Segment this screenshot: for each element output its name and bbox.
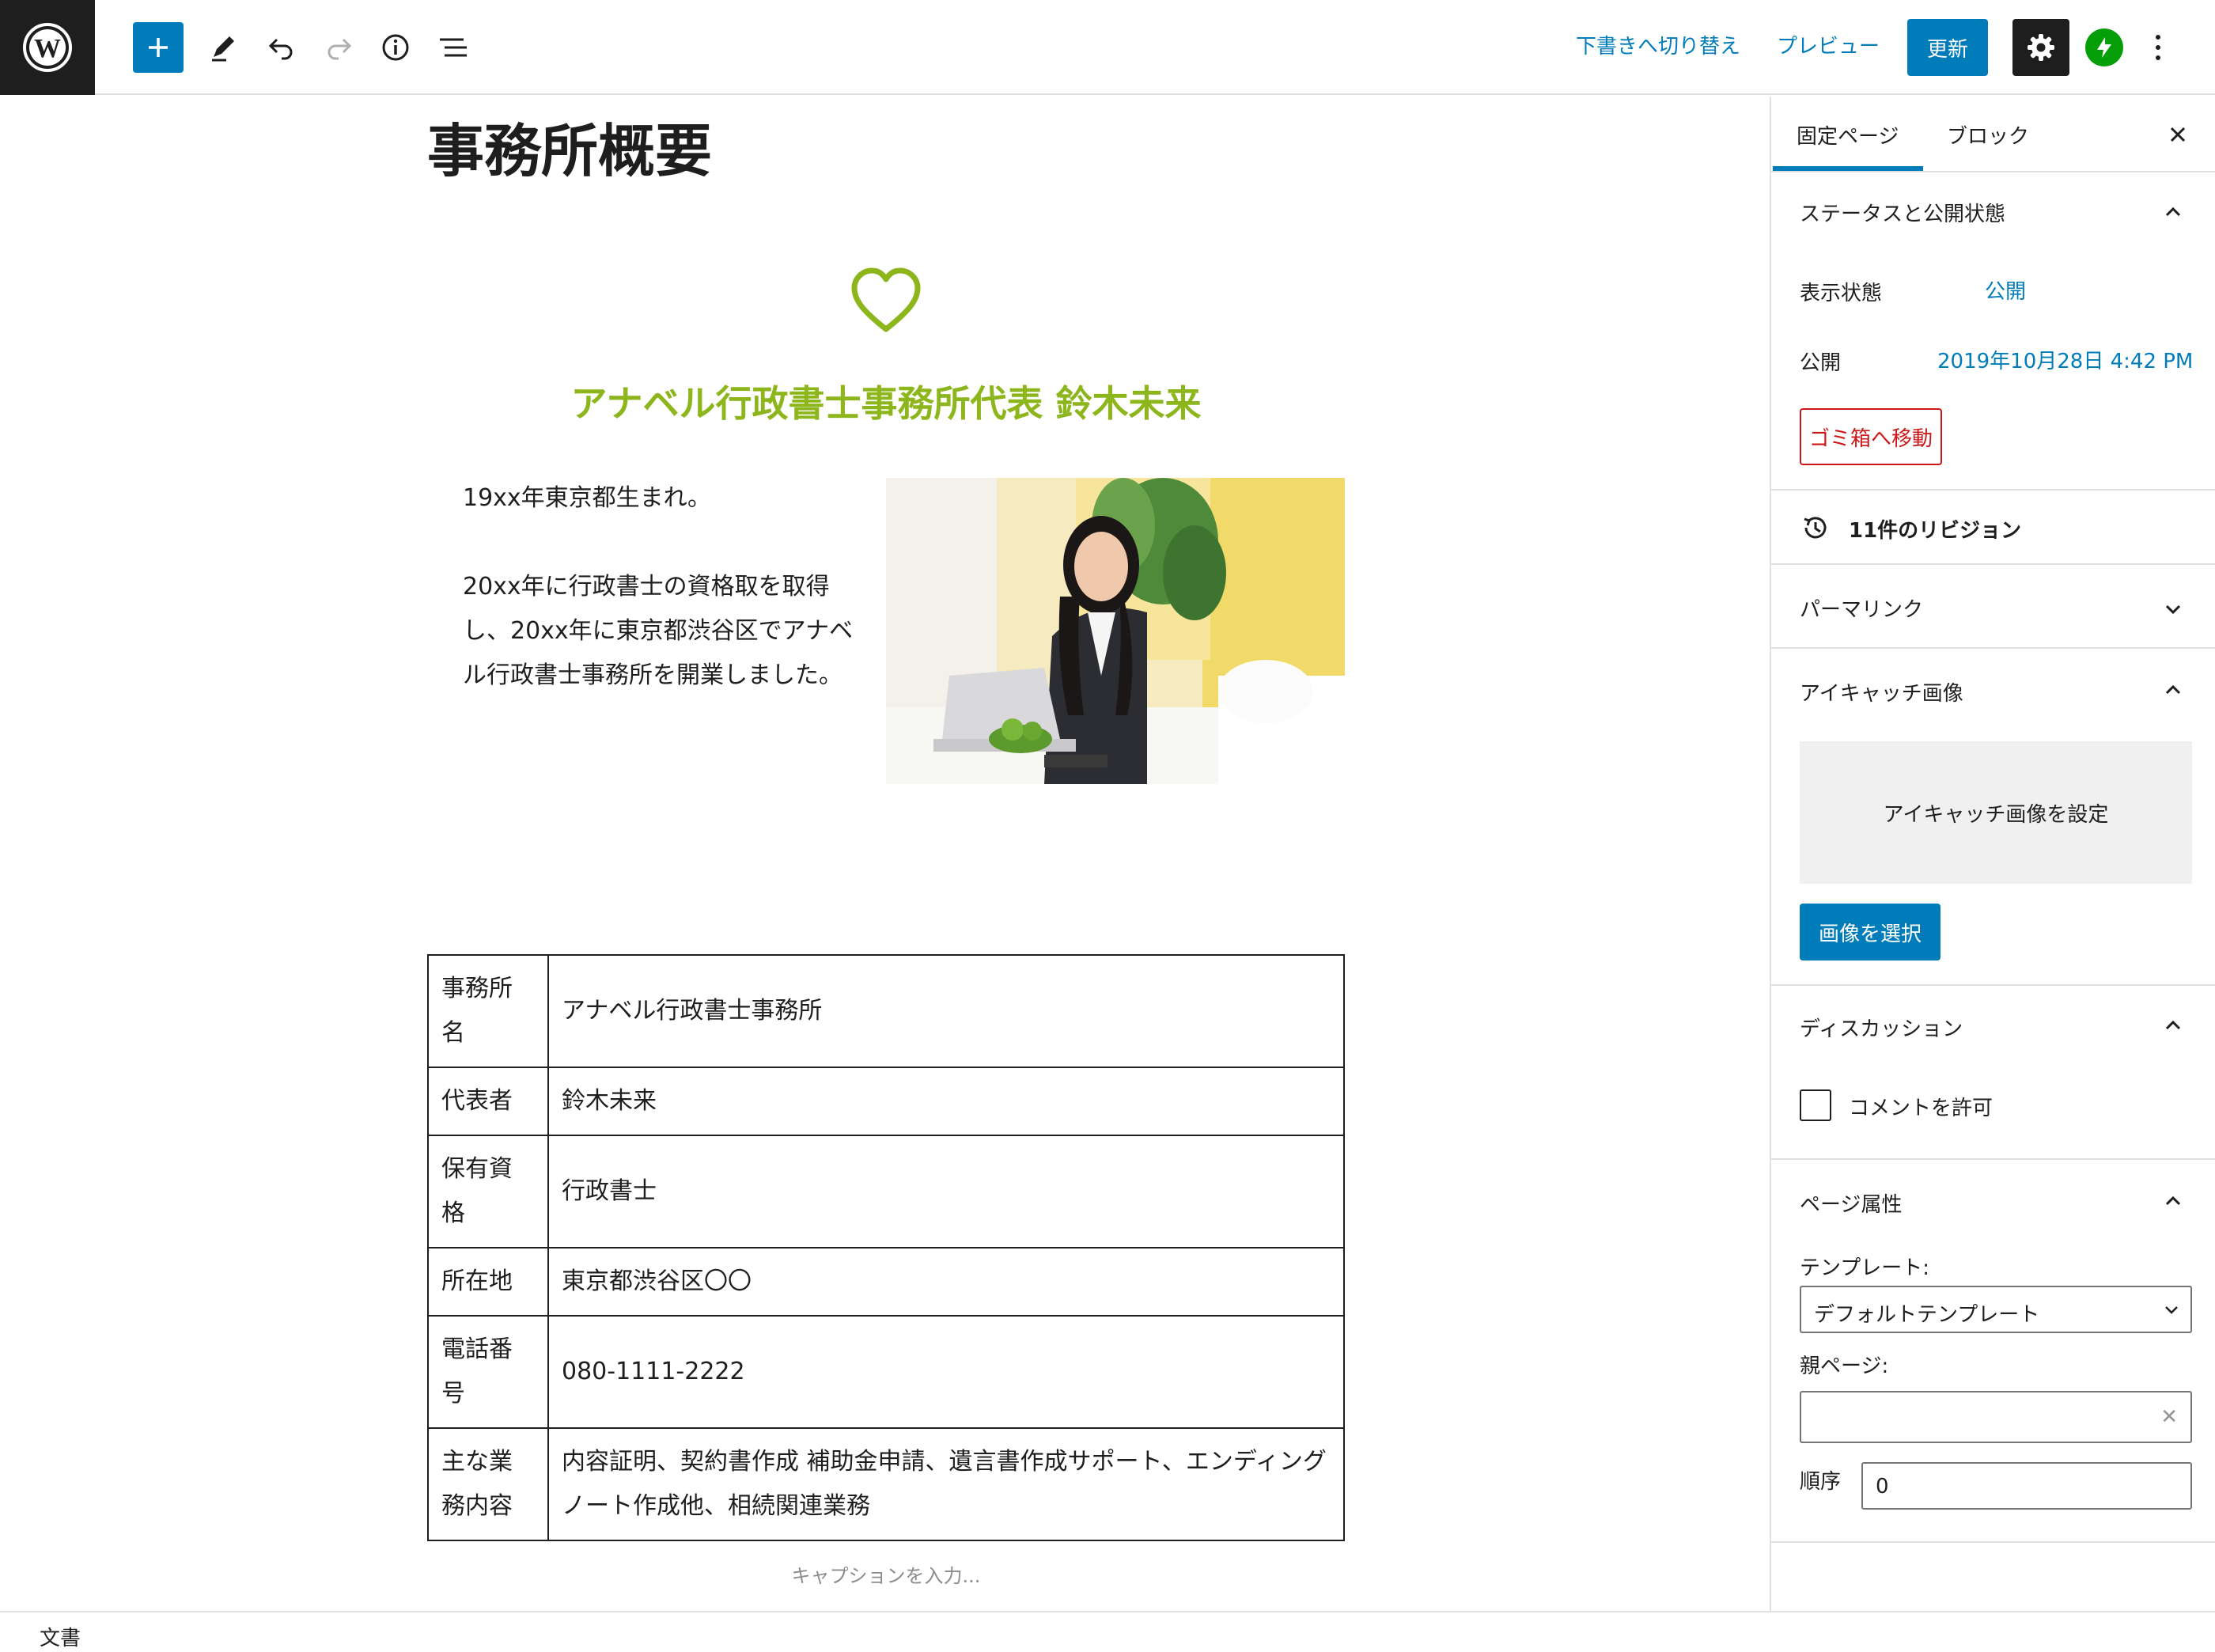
table-key-cell[interactable]: 保有資格 <box>427 1135 549 1248</box>
chevron-up-icon[interactable] <box>2160 677 2186 703</box>
permalink-title[interactable]: パーマリンク <box>1800 593 1923 623</box>
publish-date-link[interactable]: 2019年10月28日 4:42 PM <box>1937 345 2193 374</box>
list-view-button[interactable] <box>427 22 478 73</box>
wordpress-logo-button[interactable]: W <box>0 0 95 95</box>
chevron-up-icon[interactable] <box>2160 1013 2186 1038</box>
list-view-icon <box>440 38 467 57</box>
table-row: 保有資格 行政書士 <box>427 1135 1345 1248</box>
post-title[interactable]: 事務所概要 <box>427 104 712 188</box>
tab-page[interactable]: 固定ページ <box>1797 120 1899 150</box>
block-breadcrumb-bar: 文書 <box>0 1611 2215 1652</box>
undo-icon <box>268 38 293 60</box>
editor-header: W 下書きへ切り替え プレビュー 更新 <box>0 0 2215 95</box>
permalink-panel: パーマリンク <box>1771 565 2215 649</box>
tab-block[interactable]: ブロック <box>1947 120 2029 150</box>
table-value-cell[interactable]: 鈴木未来 <box>547 1067 1345 1136</box>
allow-comments-checkbox[interactable] <box>1800 1089 1831 1121</box>
info-icon <box>382 34 409 61</box>
parent-page-combobox[interactable]: ✕ <box>1800 1391 2192 1443</box>
page-attributes-title[interactable]: ページ属性 <box>1800 1188 1902 1218</box>
pencil-icon <box>212 36 234 62</box>
switch-to-draft-button[interactable]: 下書きへ切り替え <box>1576 30 1740 59</box>
order-input[interactable]: 0 <box>1861 1462 2192 1510</box>
clear-icon[interactable]: ✕ <box>2160 1405 2178 1429</box>
status-panel: ステータスと公開状態 表示状態 公開 公開 2019年10月28日 4:42 P… <box>1771 172 2215 491</box>
add-block-button[interactable] <box>133 22 184 73</box>
chevron-up-icon[interactable] <box>2160 199 2186 225</box>
active-tab-indicator <box>1773 166 1923 171</box>
visibility-label: 表示状態 <box>1800 282 1883 305</box>
wordpress-icon: W <box>23 23 72 72</box>
template-select[interactable]: デフォルトテンプレート <box>1800 1286 2192 1333</box>
table-value-cell[interactable]: 東京都渋谷区〇〇 <box>547 1247 1345 1317</box>
breadcrumb-document[interactable]: 文書 <box>40 1622 81 1651</box>
table-row: 事務所名 アナベル行政書士事務所 <box>427 954 1345 1068</box>
close-icon <box>2170 127 2186 142</box>
redo-icon <box>328 38 352 60</box>
chevron-up-icon[interactable] <box>2160 1188 2186 1214</box>
heading-block[interactable]: アナベル行政書士事務所代表 鈴木未来 <box>427 375 1345 427</box>
table-caption-input[interactable]: キャプションを入力... <box>427 1560 1345 1588</box>
allow-comments-label: コメントを許可 <box>1849 1097 1994 1120</box>
table-value-cell[interactable]: 行政書士 <box>547 1135 1345 1248</box>
heart-icon <box>851 267 921 332</box>
table-row: 代表者 鈴木未来 <box>427 1067 1345 1136</box>
office-woman-photo <box>886 478 1345 784</box>
chevron-down-icon <box>2165 1306 2178 1314</box>
table-key-cell[interactable]: 主な業務内容 <box>427 1427 549 1541</box>
table-key-cell[interactable]: 所在地 <box>427 1247 549 1317</box>
bio-paragraph[interactable]: 20xx年に行政書士の資格取を取得し、20xx年に東京都渋谷区でアナベル行政書士… <box>463 565 866 698</box>
set-featured-image-button[interactable]: アイキャッチ画像を設定 <box>1800 741 2192 884</box>
parent-page-label: 親ページ: <box>1800 1355 1889 1378</box>
template-label: テンプレート: <box>1800 1256 1929 1280</box>
select-image-button[interactable]: 画像を選択 <box>1800 904 1940 961</box>
publish-label: 公開 <box>1800 351 1842 375</box>
svg-text:W: W <box>34 34 61 63</box>
details-button[interactable] <box>370 22 421 73</box>
table-row: 電話番号 080-1111-2222 <box>427 1315 1345 1429</box>
discussion-title[interactable]: ディスカッション <box>1800 1013 1963 1042</box>
settings-button[interactable] <box>2012 19 2069 76</box>
table-row: 所在地 東京都渋谷区〇〇 <box>427 1247 1345 1317</box>
revisions-panel[interactable]: 11件のリビジョン <box>1771 491 2215 565</box>
sidebar-tabs: 固定ページ ブロック <box>1771 97 2215 172</box>
redo-button[interactable] <box>313 22 364 73</box>
update-button[interactable]: 更新 <box>1907 19 1988 76</box>
discussion-panel: ディスカッション <box>1771 986 2215 1160</box>
table-value-cell[interactable]: 内容証明、契約書作成 補助金申請、遺言書作成サポート、エンディングノート作成他、… <box>547 1427 1345 1541</box>
more-options-icon[interactable] <box>2149 28 2168 66</box>
visibility-value-link[interactable]: 公開 <box>1985 275 2026 305</box>
jetpack-icon <box>2097 37 2111 58</box>
template-select-value: デフォルトテンプレート <box>1814 1303 2040 1327</box>
history-icon <box>1804 517 1827 539</box>
close-sidebar-button[interactable] <box>2159 116 2197 153</box>
tools-button[interactable] <box>198 22 248 73</box>
move-to-trash-button[interactable]: ゴミ箱へ移動 <box>1800 408 1942 465</box>
undo-button[interactable] <box>256 22 307 73</box>
editor-canvas: 事務所概要 アナベル行政書士事務所代表 鈴木未来 19xx年東京都生まれ。 20… <box>0 97 1770 1611</box>
featured-image-title[interactable]: アイキャッチ画像 <box>1800 677 1963 707</box>
gear-icon <box>2028 34 2054 61</box>
jetpack-button[interactable] <box>2085 28 2123 66</box>
status-panel-title[interactable]: ステータスと公開状態 <box>1800 198 2005 227</box>
table-value-cell[interactable]: 080-1111-2222 <box>547 1315 1345 1429</box>
office-info-table[interactable]: 事務所名 アナベル行政書士事務所 代表者 鈴木未来 保有資格 行政書士 所在地 東京都渋… <box>427 954 1345 1541</box>
table-key-cell[interactable]: 代表者 <box>427 1067 549 1136</box>
revisions-label[interactable]: 11件のリビジョン <box>1849 514 2021 544</box>
preview-button[interactable]: プレビュー <box>1777 30 1880 59</box>
bio-text-block[interactable]: 19xx年東京都生まれ。 20xx年に行政書士の資格取を取得し、20xx年に東京… <box>463 476 866 742</box>
table-value-cell[interactable]: アナベル行政書士事務所 <box>547 954 1345 1068</box>
order-label: 順序 <box>1800 1470 1842 1494</box>
settings-sidebar: 固定ページ ブロック ステータスと公開状態 表示状態 公開 公開 2019年10… <box>1770 97 2215 1611</box>
table-key-cell[interactable]: 事務所名 <box>427 954 549 1068</box>
plus-icon <box>149 38 168 57</box>
table-row: 主な業務内容 内容証明、契約書作成 補助金申請、遺言書作成サポート、エンディングノ… <box>427 1427 1345 1541</box>
bio-paragraph[interactable]: 19xx年東京都生まれ。 <box>463 476 866 521</box>
profile-image[interactable] <box>886 478 1345 784</box>
table-key-cell[interactable]: 電話番号 <box>427 1315 549 1429</box>
chevron-down-icon[interactable] <box>2160 597 2186 622</box>
